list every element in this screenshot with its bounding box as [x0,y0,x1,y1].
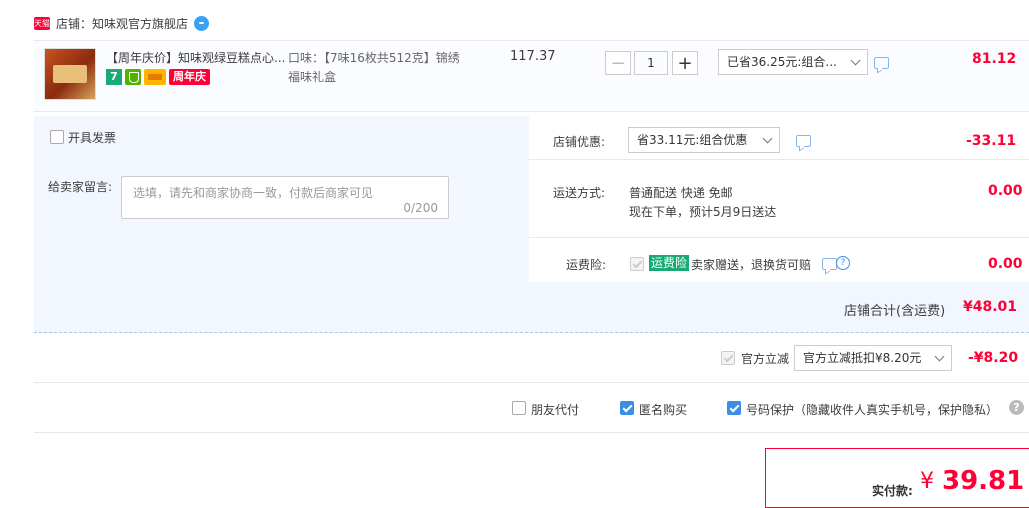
shop-discount-label: 店铺优惠: [553,135,606,149]
order-item-row: 【周年庆价】知味观绿豆糕点心... 7 周年庆 口味：【7味16枚共512克】锦… [34,40,1029,112]
shop-discount-option: 省33.11元:组合优惠 [637,133,748,147]
tmall-icon: 天猫 [34,16,50,30]
insurance-badge: 运费险 [649,255,690,271]
insurance-value: 0.00 [988,256,1023,272]
number-protect-checkbox[interactable] [727,401,741,415]
divider [529,159,1029,160]
quantity-decrease-button[interactable]: − [605,51,631,75]
official-discount-value: -¥8.20 [968,350,1019,366]
official-discount-option: 官方立减抵扣¥8.20元 [803,351,922,365]
message-label: 给卖家留言: [48,180,113,194]
divider [34,382,1029,383]
message-counter: 0/200 [403,201,438,215]
payment-label: 实付款: [872,484,913,498]
comment-icon[interactable] [822,258,837,270]
credit-card-icon[interactable] [144,69,166,85]
delivery-estimate: 现在下单，预计5月9日送达 [629,205,777,219]
invoice-checkbox[interactable] [50,130,64,144]
unit-price: 117.37 [510,49,556,64]
insurance-text: 卖家赠送，退换货可赔 [691,258,812,272]
product-thumbnail[interactable] [44,48,96,100]
subtotal-label: 店铺合计(含运费) [844,304,946,319]
item-discount-value: 已省36.25元:组合... [727,55,837,69]
anniversary-tag[interactable]: 周年庆 [169,69,210,85]
divider [34,432,1029,433]
guarantee-icon[interactable] [125,69,141,85]
official-discount-checkbox[interactable] [721,351,735,365]
friend-pay-label: 朋友代付 [531,403,580,417]
anonymous-checkbox[interactable] [620,401,634,415]
question-icon[interactable]: ? [1009,400,1024,415]
anonymous-label: 匿名购买 [639,403,688,417]
payment-currency: ¥ [920,469,934,494]
chevron-down-icon [762,133,773,144]
item-total: 81.12 [972,51,1017,67]
shop-header: 天猫 店铺：知味观官方旗舰店 [34,12,210,34]
friend-pay-checkbox[interactable] [512,401,526,415]
quantity-increase-button[interactable]: + [672,51,698,75]
chevron-down-icon [934,351,945,362]
official-discount-label: 官方立减 [741,352,790,366]
seven-day-return-icon[interactable]: 7 [106,69,122,85]
invoice-label: 开具发票 [68,131,117,145]
message-placeholder: 选填，请先和商家协商一致，付款后商家可见 [133,186,374,200]
sku-info: 口味：【7味16枚共512克】锦绣 福味礼盒 [288,49,498,87]
shipping-method: 普通配送 快递 免邮 [629,186,733,200]
divider [529,237,1029,238]
shop-discount-select[interactable]: 省33.11元:组合优惠 [628,127,780,153]
payment-summary-box: 实付款: ¥ 39.81 [765,448,1029,508]
insurance-label: 运费险: [566,258,607,272]
shipping-value: 0.00 [988,183,1023,199]
sku-line: 口味：【7味16枚共512克】锦绣 [288,51,460,65]
item-discount-select[interactable]: 已省36.25元:组合... [718,49,868,75]
chevron-down-icon [850,55,861,66]
payment-amount: 39.81 [942,466,1025,496]
shop-discount-value: -33.11 [966,133,1017,149]
number-protect-label: 号码保护（隐藏收件人真实手机号，保护隐私） [746,403,999,417]
sku-line: 福味礼盒 [288,70,337,84]
shop-name-link[interactable]: 店铺：知味观官方旗舰店 [56,15,188,32]
shipping-label: 运送方式: [553,186,606,200]
subtotal-value: ¥48.01 [963,299,1018,315]
service-tags: 7 周年庆 [106,69,210,85]
comment-icon[interactable] [796,135,811,147]
product-title-link[interactable]: 【周年庆价】知味观绿豆糕点心... [106,49,292,67]
chat-contact-icon[interactable] [194,15,210,31]
official-discount-select[interactable]: 官方立减抵扣¥8.20元 [794,345,952,371]
comment-icon[interactable] [874,57,889,69]
seller-message-input[interactable]: 选填，请先和商家协商一致，付款后商家可见 0/200 [121,176,449,219]
help-icon[interactable]: ? [836,256,850,270]
insurance-checkbox[interactable] [630,257,644,271]
quantity-input[interactable]: 1 [634,51,668,75]
